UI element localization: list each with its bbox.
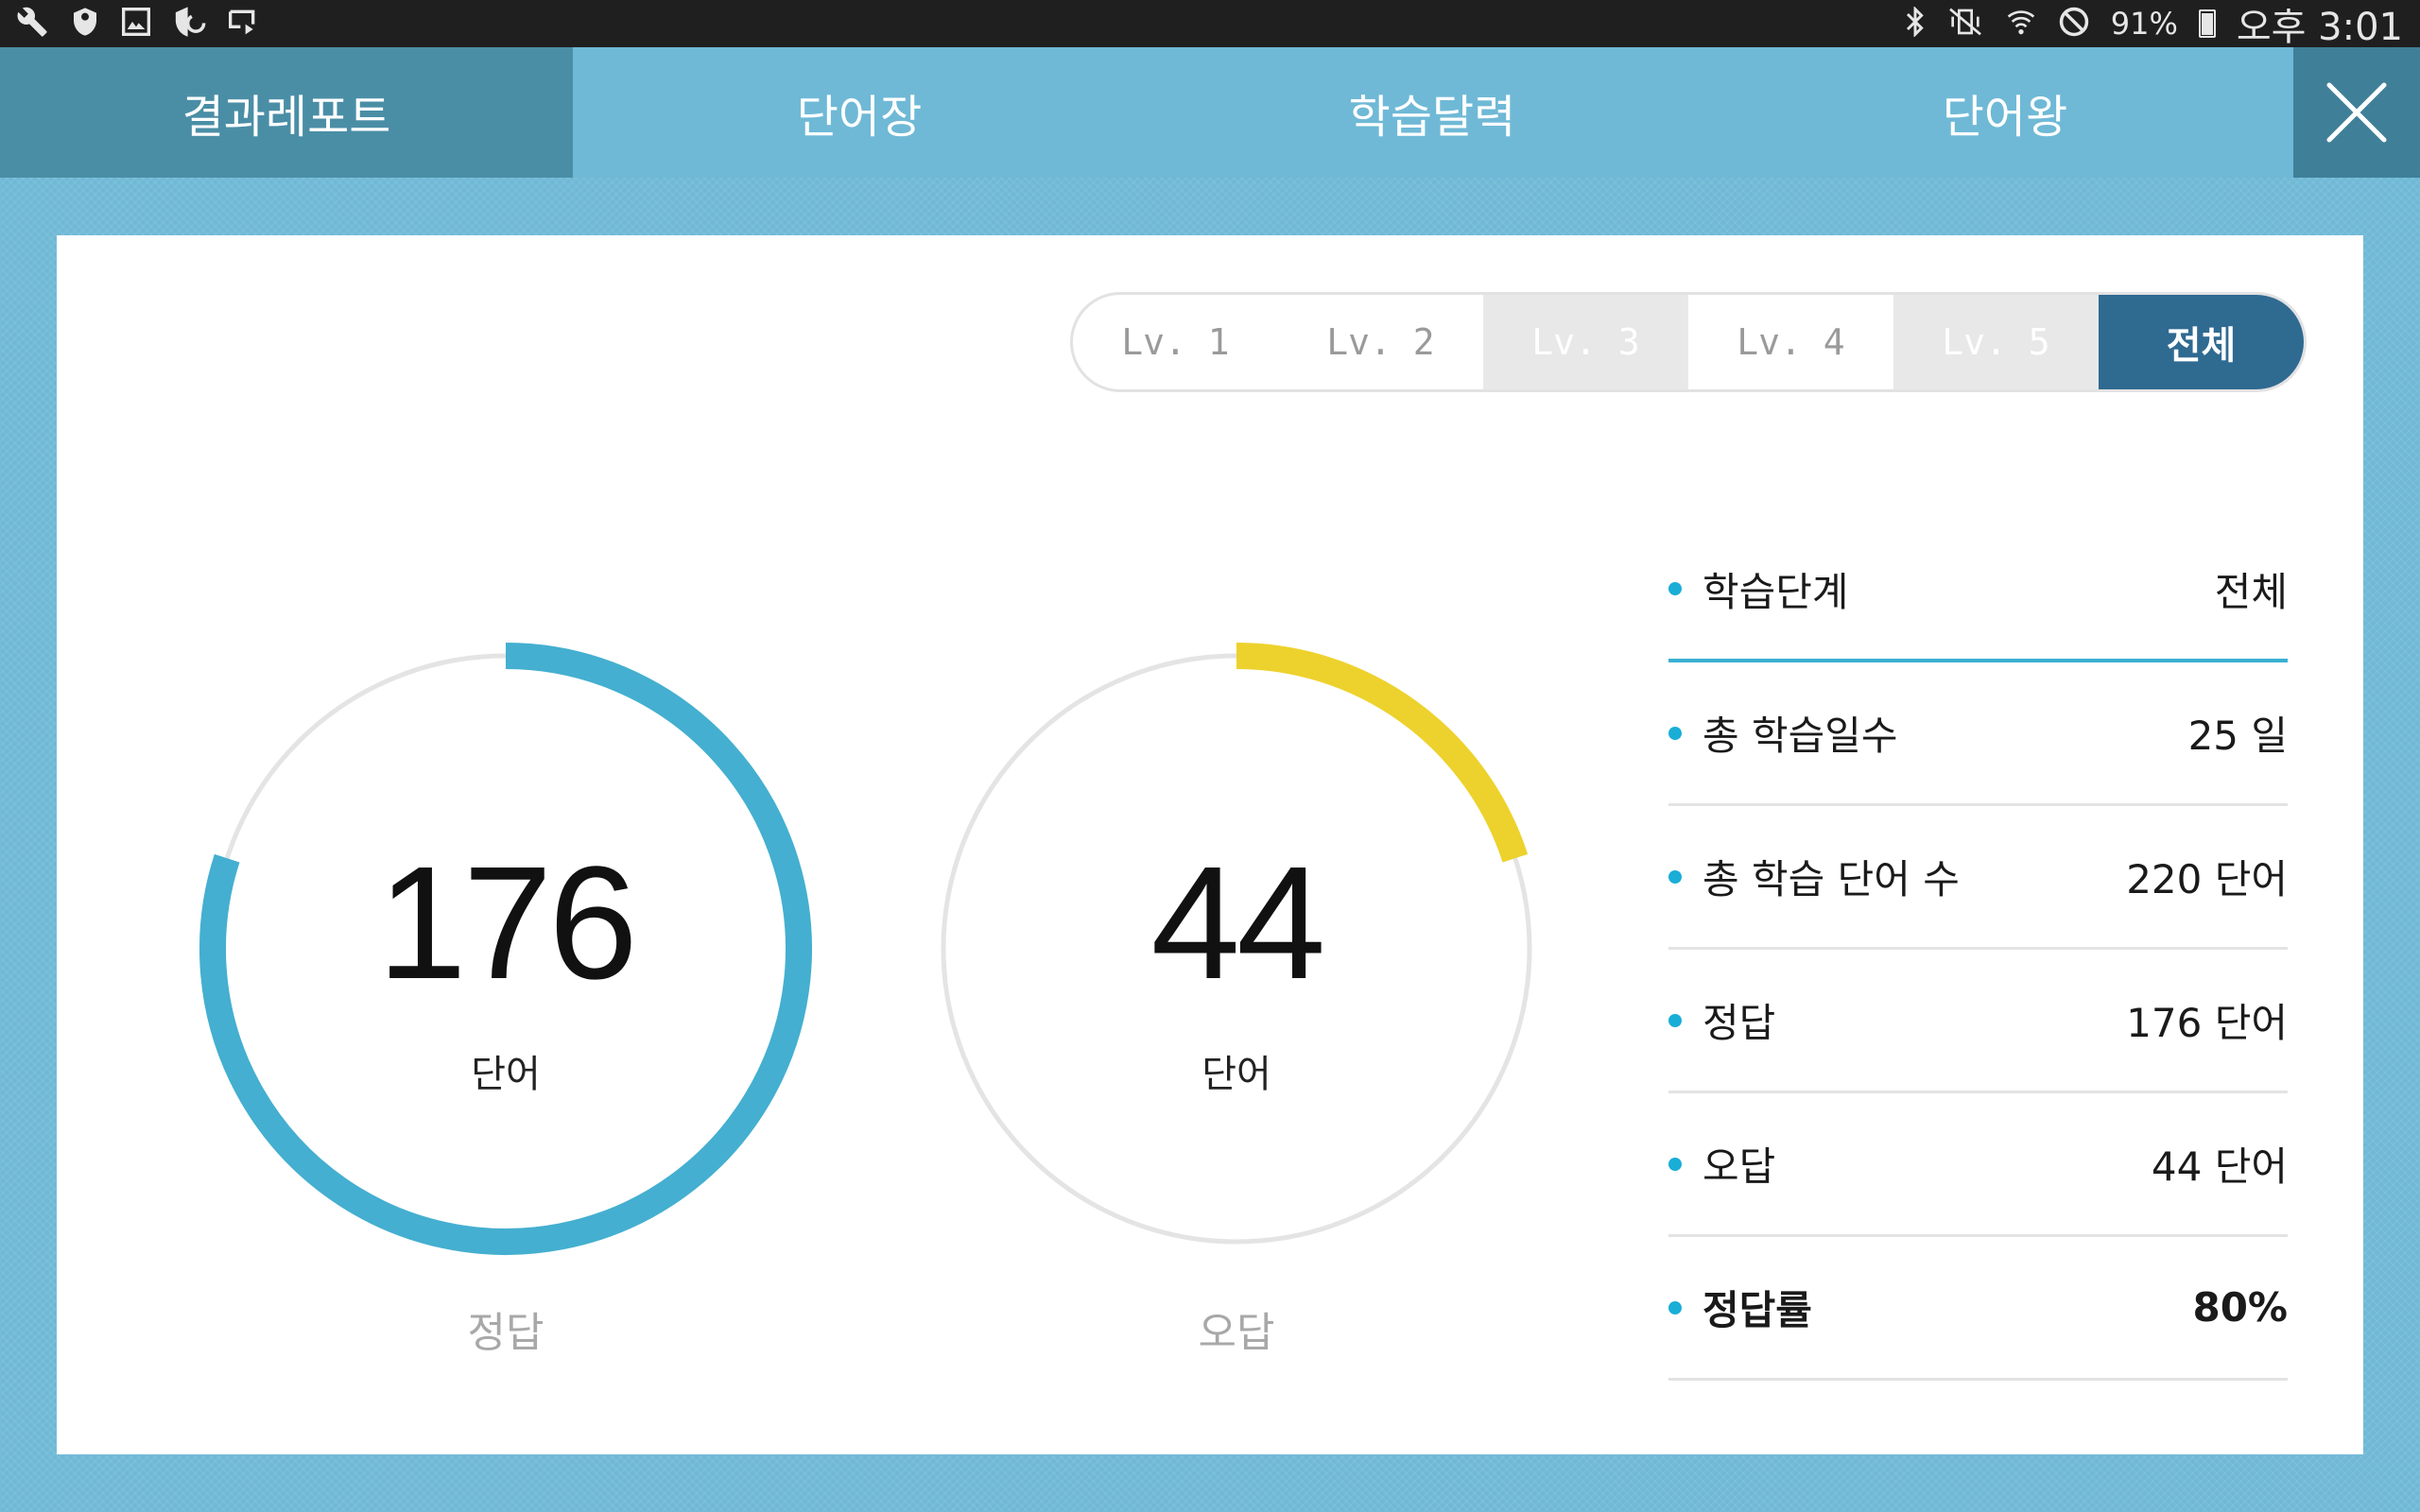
stat-label: 총 학습 단어 수 [1703,856,1960,902]
stat-value: 25 일 [2187,713,2288,759]
tab-study-calendar[interactable]: 학습달력 [1146,47,1719,178]
stat-value: 전체 [2214,568,2288,615]
correct-count: 176 [377,833,638,1013]
stat-label: 총 학습일수 [1703,713,1898,759]
bullet-dot [1668,1300,1682,1314]
wrong-caption: 오답 [1198,1309,1275,1357]
image-icon [121,7,151,42]
shield-icon [70,6,100,43]
bullet-dot [1668,869,1682,884]
wrong-gauge: 44 단어 오답 [925,637,1548,1357]
wifi-icon [2005,7,2037,42]
stat-value: 176 단어 [2126,1000,2288,1046]
close-icon [2326,82,2387,143]
status-right: 91% 오후 3:01 [1905,0,2403,51]
stat-row-level: 학습단계 전체 [1668,519,2288,662]
correct-gauge: 176 단어 정답 [194,637,818,1357]
shield-refresh-icon [172,6,206,43]
bullet-dot [1668,1157,1682,1171]
level-2-button[interactable]: Lv. 2 [1278,295,1483,389]
correct-caption: 정답 [467,1309,544,1357]
battery-icon [2198,9,2216,38]
wrong-unit: 단어 [1201,1053,1271,1096]
bullet-dot [1668,1013,1682,1027]
battery-percent: 91% [2110,6,2178,42]
tab-wordbook[interactable]: 단어장 [573,47,1146,178]
bluetooth-icon [1905,5,1926,42]
wrong-count: 44 [1150,833,1325,1013]
tab-result-report[interactable]: 결과레포트 [0,47,573,178]
level-selector: Lv. 1 Lv. 2 Lv. 3 Lv. 4 Lv. 5 전체 [1070,292,2307,392]
screen-mirror-icon [227,7,259,42]
stat-row-total-words: 총 학습 단어 수 220 단어 [1668,806,2288,950]
stat-label: 정답 [1703,1000,1776,1046]
stat-label: 학습단계 [1703,568,1849,615]
stat-value: 80% [2192,1284,2288,1331]
stat-row-wrong: 오답 44 단어 [1668,1093,2288,1237]
vibrate-mute-icon [1946,7,1984,42]
wrong-gauge-arc [1236,643,1529,863]
stats-list: 학습단계 전체 총 학습일수 25 일 총 학습 단어 수 220 단어 정답 … [1668,519,2288,1381]
tab-bar: 결과레포트 단어장 학습달력 단어왕 [0,47,2420,178]
level-1-button[interactable]: Lv. 1 [1073,295,1278,389]
correct-unit: 단어 [471,1053,541,1096]
stat-value: 44 단어 [2151,1143,2288,1190]
stat-row-accuracy: 정답률 80% [1668,1237,2288,1381]
block-icon [2058,6,2090,43]
level-3-button[interactable]: Lv. 3 [1483,295,1688,389]
bullet-dot [1668,582,1682,595]
status-left [17,6,259,43]
stat-label: 오답 [1703,1143,1776,1190]
stat-label: 정답률 [1703,1287,1812,1333]
bullet-dot [1668,726,1682,740]
stat-value: 220 단어 [2126,856,2288,902]
level-5-button[interactable]: Lv. 5 [1893,295,2099,389]
status-bar: 91% 오후 3:01 [0,0,2420,49]
level-all-button[interactable]: 전체 [2099,295,2304,389]
level-4-button[interactable]: Lv. 4 [1688,295,1893,389]
stat-row-correct: 정답 176 단어 [1668,950,2288,1093]
close-button[interactable] [2293,47,2420,178]
clock: 오후 3:01 [2236,6,2403,49]
stat-row-days: 총 학습일수 25 일 [1668,662,2288,806]
wrench-icon [17,6,49,43]
report-card: Lv. 1 Lv. 2 Lv. 3 Lv. 4 Lv. 5 전체 176 단어 … [57,235,2363,1454]
tab-word-king[interactable]: 단어왕 [1719,47,2291,178]
